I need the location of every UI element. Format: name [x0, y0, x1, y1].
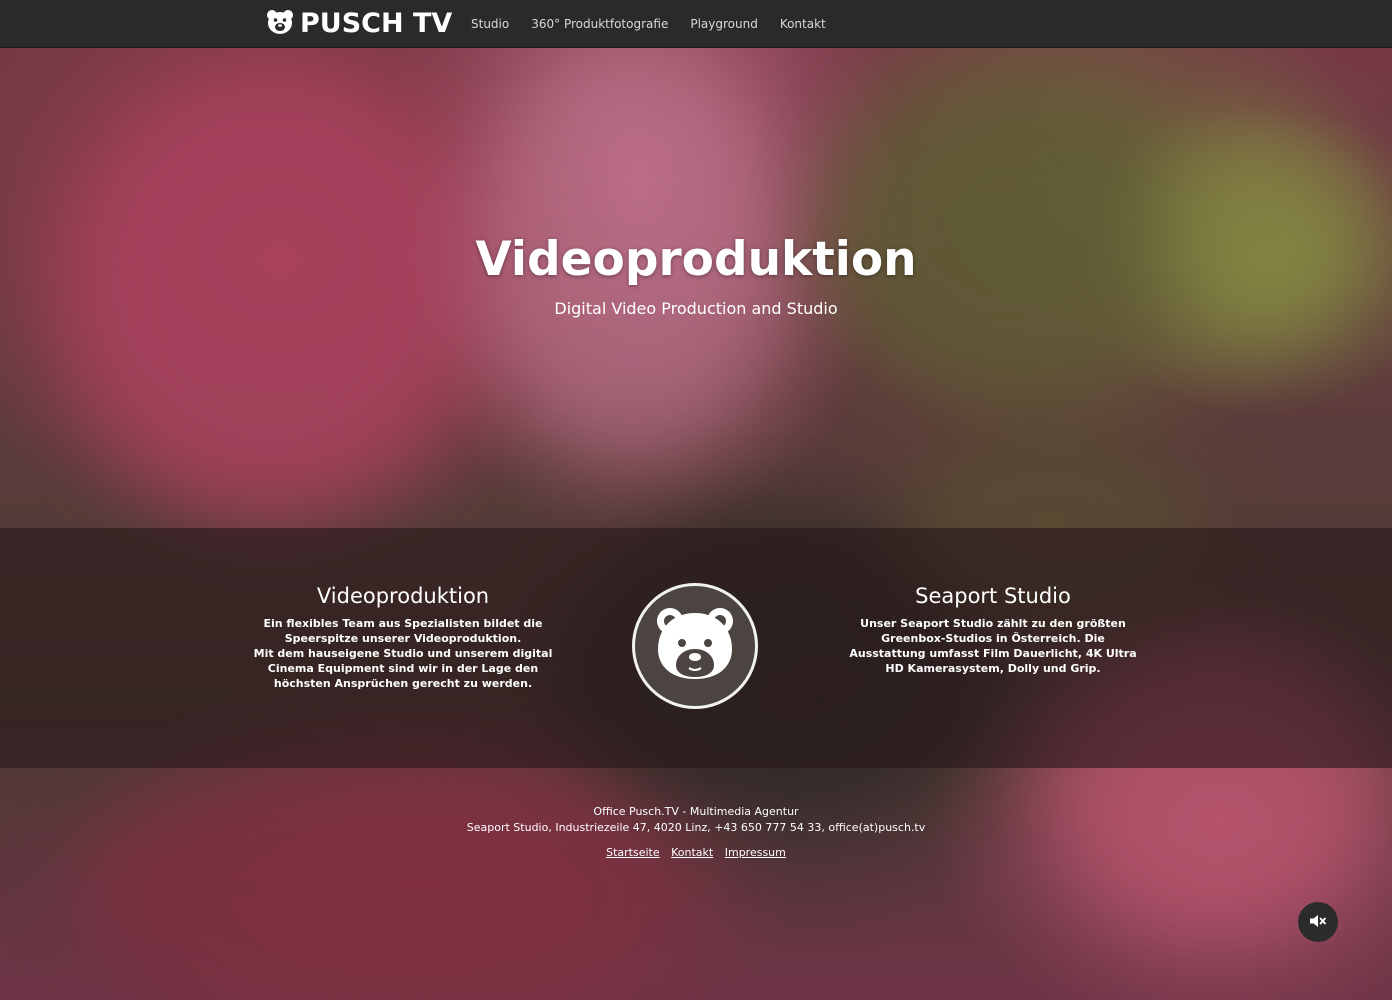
footer-link-startseite[interactable]: Startseite [606, 846, 660, 859]
nav-item-studio[interactable]: Studio [471, 15, 509, 33]
footer-links: Startseite Kontakt Impressum [0, 845, 1392, 861]
footer-company: Office Pusch.TV - Multimedia Agentur [593, 805, 799, 818]
feature-title: Seaport Studio [915, 584, 1071, 608]
bear-icon [652, 605, 738, 687]
nav-item-360-produktfotografie[interactable]: 360° Produktfotografie [531, 15, 668, 33]
mute-button[interactable] [1298, 902, 1338, 942]
feature-seaport-studio: Seaport Studio Unser Seaport Studio zähl… [843, 582, 1143, 676]
footer-link-impressum[interactable]: Impressum [725, 846, 786, 859]
main-nav: Studio 360° Produktfotografie Playground… [471, 15, 848, 33]
page: PUSCH TV Studio 360° Produktfotografie P… [0, 0, 1392, 1000]
feature-title: Videoproduktion [316, 584, 490, 608]
nav-item-playground[interactable]: Playground [690, 15, 757, 33]
footer: Office Pusch.TV - Multimedia Agentur Sea… [0, 804, 1392, 861]
footer-address: Seaport Studio, Industriezeile 47, 4020 … [466, 821, 926, 834]
nav-item-kontakt[interactable]: Kontakt [780, 15, 826, 33]
hero-title: Videoproduktion [475, 232, 917, 287]
footer-link-kontakt[interactable]: Kontakt [671, 846, 713, 859]
feature-text: Unser Seaport Studio zählt zu den größte… [849, 617, 1137, 675]
features-band: Videoproduktion Ein flexibles Team aus S… [0, 528, 1392, 768]
bear-icon [266, 9, 294, 39]
logo-text: PUSCH TV [300, 8, 453, 39]
feature-videoproduktion: Videoproduktion Ein flexibles Team aus S… [253, 582, 553, 691]
bear-emblem [632, 583, 758, 709]
site-logo[interactable]: PUSCH TV [266, 8, 452, 40]
feature-text: Ein flexibles Team aus Spezialisten bild… [253, 617, 553, 690]
top-navigation-bar: PUSCH TV Studio 360° Produktfotografie P… [0, 0, 1392, 48]
hero-subtitle: Digital Video Production and Studio [554, 299, 838, 318]
volume-mute-icon [1309, 913, 1327, 932]
